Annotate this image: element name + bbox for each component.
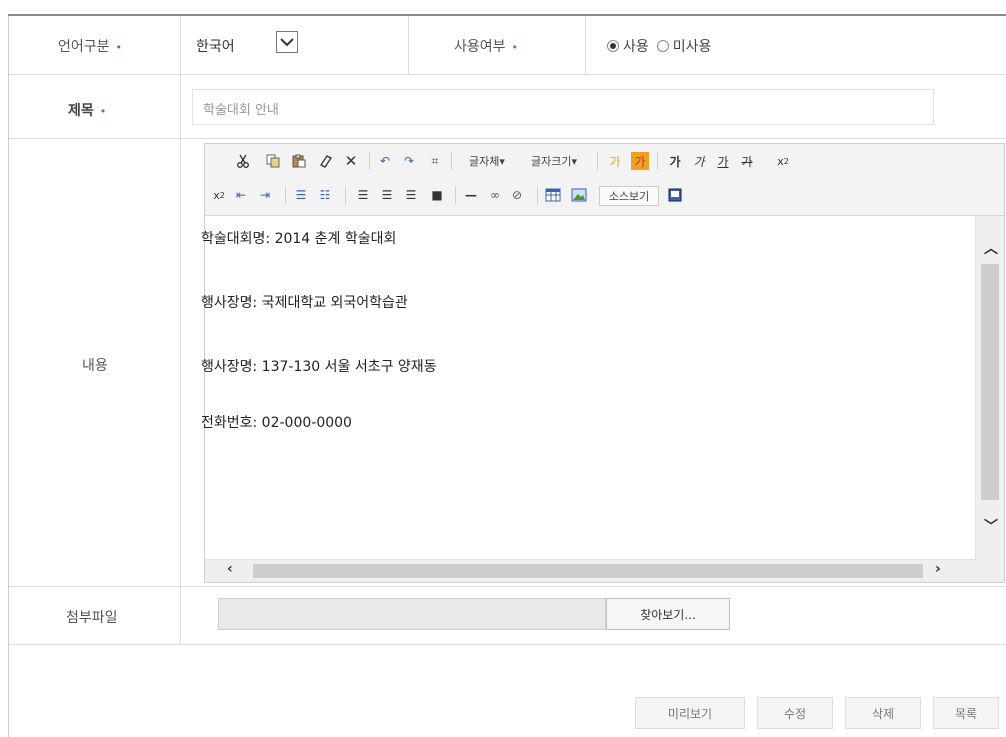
paste-icon[interactable]	[289, 152, 309, 170]
rich-text-editor[interactable]: ✕ ↶ ↷ ⌗ 글자체 ▾ 글자크기 ▾ 가 가 가 가 가 가 x2 x2 ⇤ ⇥…	[201, 143, 1005, 583]
content-line: 학술대회명: 2014 춘계 학술대회	[201, 231, 397, 247]
content-line: 행사장명: 137-130 서울 서초구 양재동	[201, 359, 437, 375]
toolbar-separator	[657, 152, 658, 170]
scroll-down-icon[interactable]: ﹀	[984, 516, 998, 536]
link-icon[interactable]: ∞	[485, 186, 505, 204]
redo-icon[interactable]: ↷	[399, 152, 419, 170]
required-mark: •	[99, 105, 107, 118]
title-input[interactable]: 학술대회 안내	[192, 89, 934, 125]
scroll-left-icon[interactable]: ‹	[227, 561, 233, 577]
fullscreen-icon[interactable]: ⌗	[425, 152, 445, 170]
strikethrough-icon[interactable]: 가	[737, 152, 757, 170]
toolbar-separator	[285, 186, 286, 204]
align-center-icon[interactable]: ☰	[377, 186, 397, 204]
form-top-border	[8, 14, 1006, 16]
horizontal-scroll-thumb[interactable]	[253, 564, 923, 578]
required-mark: •	[115, 41, 123, 54]
scroll-up-icon[interactable]: ︿	[984, 238, 998, 258]
row-divider	[9, 586, 1006, 587]
italic-icon[interactable]: 가	[689, 152, 709, 170]
usage-radio-unused-label[interactable]: 미사용	[673, 36, 712, 56]
vertical-scrollbar[interactable]: ︿ ﹀	[975, 216, 1004, 562]
underline-icon[interactable]: 가	[713, 152, 733, 170]
row-divider	[9, 74, 1006, 75]
browse-button[interactable]: 찾아보기...	[606, 598, 730, 630]
vertical-scroll-thumb[interactable]	[981, 264, 999, 500]
usage-radio-use-label[interactable]: 사용	[623, 36, 649, 56]
indent-icon[interactable]: ⇥	[255, 186, 275, 204]
usage-radio-unused[interactable]	[656, 40, 669, 52]
unordered-list-icon[interactable]: ☷	[315, 186, 335, 204]
undo-icon[interactable]: ↶	[375, 152, 395, 170]
view-source-button[interactable]: 소스보기	[599, 186, 659, 206]
required-mark: •	[511, 41, 519, 54]
content-label: 내용	[82, 358, 108, 374]
toolbar-separator	[345, 186, 346, 204]
superscript-icon[interactable]: x2	[773, 152, 793, 170]
content-line: 행사장명: 국제대학교 외국어학습관	[201, 295, 408, 311]
preview-icon[interactable]	[665, 186, 685, 204]
delete-x-icon[interactable]: ✕	[341, 152, 361, 170]
toolbar-separator	[537, 186, 538, 204]
file-path-field[interactable]	[218, 598, 606, 630]
subscript-icon[interactable]: x2	[209, 186, 229, 204]
usage-radio-use[interactable]	[607, 40, 619, 52]
editor-content-area[interactable]: 학술대회명: 2014 춘계 학술대회 행사장명: 국제대학교 외국어학습관 행…	[201, 216, 975, 561]
language-select-value[interactable]: 한국어	[196, 36, 235, 56]
horizontal-rule-icon[interactable]: —	[461, 186, 481, 204]
label-column-divider	[180, 16, 181, 644]
toolbar-separator	[597, 152, 598, 170]
column-divider	[585, 16, 586, 74]
copy-icon[interactable]	[263, 152, 283, 170]
font-color-icon[interactable]: 가	[605, 152, 625, 170]
font-size-dropdown[interactable]: 글자크기 ▾	[519, 152, 589, 170]
outdent-icon[interactable]: ⇤	[231, 186, 251, 204]
horizontal-scrollbar[interactable]: ‹ ›	[205, 559, 976, 582]
toolbar-separator	[369, 152, 370, 170]
ordered-list-icon[interactable]: ☰	[291, 186, 311, 204]
attachment-label: 첨부파일	[66, 610, 118, 626]
unlink-icon[interactable]: ⊘	[507, 186, 527, 204]
language-label: 언어구분 •	[58, 39, 123, 55]
align-justify-icon[interactable]: ■	[427, 186, 447, 204]
background-color-icon[interactable]: 가	[631, 152, 649, 170]
scroll-right-icon[interactable]: ›	[935, 561, 941, 577]
title-label: 제목 •	[68, 103, 107, 119]
usage-radio-group: 사용 미사용	[607, 36, 719, 56]
align-right-icon[interactable]: ☰	[401, 186, 421, 204]
row-divider	[9, 138, 1006, 139]
align-left-icon[interactable]: ☰	[353, 186, 373, 204]
eraser-icon[interactable]	[315, 152, 335, 170]
language-select-button[interactable]	[276, 31, 298, 53]
row-divider	[9, 644, 1006, 645]
chevron-down-icon	[280, 38, 294, 47]
list-button[interactable]: 목록	[933, 697, 999, 729]
edit-button[interactable]: 수정	[757, 697, 833, 729]
column-divider	[408, 16, 409, 74]
toolbar-separator	[455, 186, 456, 204]
bold-icon[interactable]: 가	[665, 152, 685, 170]
delete-button[interactable]: 삭제	[845, 697, 921, 729]
table-icon[interactable]	[543, 186, 563, 204]
editor-toolbar: ✕ ↶ ↷ ⌗ 글자체 ▾ 글자크기 ▾ 가 가 가 가 가 가 x2 x2 ⇤ ⇥…	[205, 144, 1004, 216]
scrollbar-corner	[976, 560, 1004, 582]
font-family-dropdown[interactable]: 글자체 ▾	[457, 152, 517, 170]
preview-button[interactable]: 미리보기	[635, 697, 745, 729]
usage-label: 사용여부 •	[454, 39, 519, 55]
content-line: 전화번호: 02-000-0000	[201, 415, 352, 431]
toolbar-separator	[451, 152, 452, 170]
cut-icon[interactable]	[233, 152, 253, 170]
image-icon[interactable]	[569, 186, 589, 204]
